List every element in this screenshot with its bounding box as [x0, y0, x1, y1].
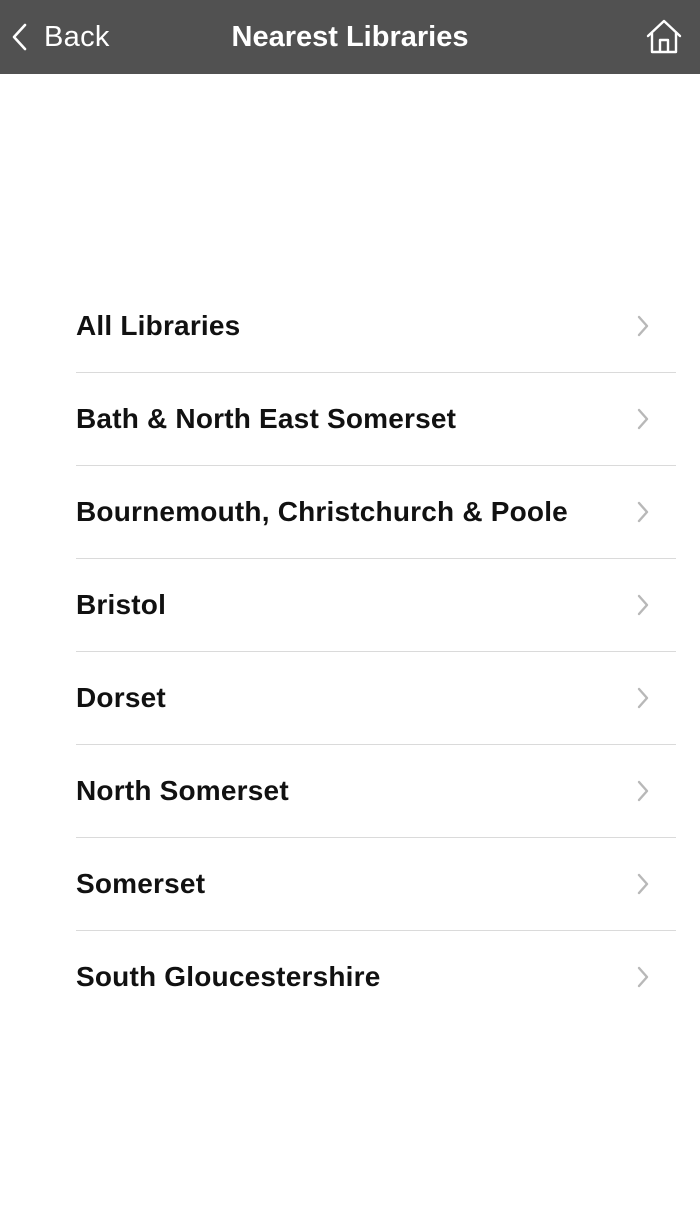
list-item-label: Bath & North East Somerset [76, 403, 457, 434]
library-region-list: All Libraries Bath & North East Somerset… [76, 280, 676, 1023]
back-button[interactable]: Back [10, 0, 110, 74]
list-item-all-libraries[interactable]: All Libraries [76, 280, 676, 373]
list-item-dorset[interactable]: Dorset [76, 652, 676, 745]
list-item-somerset[interactable]: Somerset [76, 838, 676, 931]
home-button[interactable] [644, 18, 684, 56]
list-item-south-gloucestershire[interactable]: South Gloucestershire [76, 931, 676, 1023]
chevron-right-icon [637, 687, 649, 709]
list-item-label: Dorset [76, 682, 166, 713]
chevron-right-icon [637, 966, 649, 988]
chevron-right-icon [637, 315, 649, 337]
chevron-right-icon [637, 594, 649, 616]
chevron-right-icon [637, 501, 649, 523]
list-item-north-somerset[interactable]: North Somerset [76, 745, 676, 838]
chevron-right-icon [637, 408, 649, 430]
list-item-label: Somerset [76, 868, 206, 899]
home-icon [644, 18, 684, 56]
list-item-bristol[interactable]: Bristol [76, 559, 676, 652]
navigation-bar: Nearest Libraries Back [0, 0, 700, 74]
list-item-bournemouth-christchurch-poole[interactable]: Bournemouth, Christchurch & Poole [76, 466, 676, 559]
chevron-right-icon [637, 780, 649, 802]
list-item-label: All Libraries [76, 310, 241, 341]
back-button-label: Back [44, 20, 110, 53]
chevron-left-icon [10, 22, 30, 52]
list-item-label: South Gloucestershire [76, 961, 381, 992]
list-item-bath-north-east-somerset[interactable]: Bath & North East Somerset [76, 373, 676, 466]
list-item-label: Bournemouth, Christchurch & Poole [76, 496, 568, 527]
chevron-right-icon [637, 873, 649, 895]
list-item-label: North Somerset [76, 775, 289, 806]
list-item-label: Bristol [76, 589, 167, 620]
